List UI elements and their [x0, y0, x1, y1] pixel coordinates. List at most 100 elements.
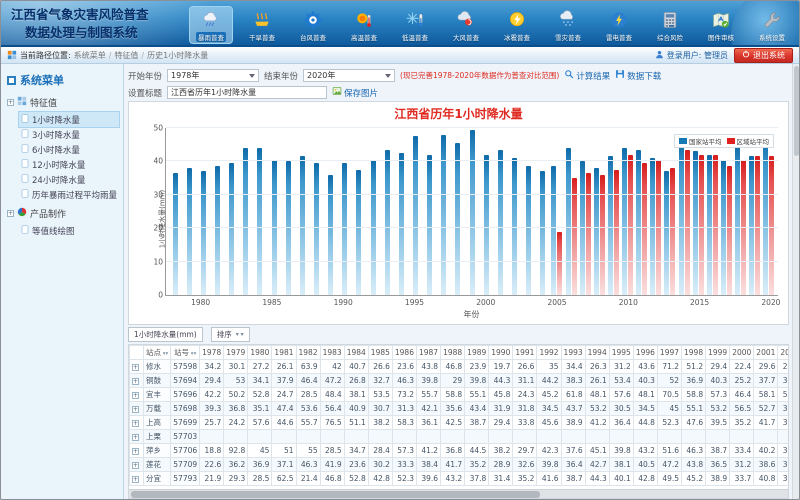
bar-national-2001[interactable] — [498, 150, 503, 295]
table-row[interactable]: +铜鼓5769429.45334.137.946.447.226.832.746… — [130, 374, 790, 388]
toolbar-item-wind-cloud[interactable]: 大风普查 — [445, 7, 487, 43]
tree-group-产品制作[interactable]: +产品制作 — [7, 207, 119, 220]
bar-national-1989[interactable] — [328, 175, 333, 295]
bar-national-2016[interactable] — [707, 155, 712, 295]
bar-national-1997[interactable] — [441, 135, 446, 295]
row-expand-icon[interactable]: + — [132, 420, 139, 427]
table-row[interactable]: +莲花5770922.636.236.937.146.341.923.630.2… — [130, 458, 790, 472]
bar-national-2013[interactable] — [664, 171, 669, 295]
bar-regional-2015[interactable] — [699, 155, 704, 295]
unit-box[interactable]: 1小时降水量(mm) — [128, 327, 203, 342]
bar-national-2020[interactable] — [763, 138, 768, 295]
toolbar-item-snow-cloud[interactable]: 雪灾普查 — [547, 7, 589, 43]
bar-national-1979[interactable] — [187, 168, 192, 295]
table-row[interactable]: +宜丰5769642.250.252.824.728.548.438.153.5… — [130, 388, 790, 402]
tree-expander-icon[interactable]: + — [7, 210, 14, 217]
toolbar-item-wrench[interactable]: 系统设置 — [751, 7, 793, 43]
end-year-select[interactable]: 2020年 — [303, 69, 395, 82]
sort-select[interactable]: 排序 ▾ ▾ — [211, 327, 250, 342]
calculate-button[interactable]: 计算结果 — [564, 69, 610, 82]
table-row[interactable]: +上栗57703 — [130, 430, 790, 444]
row-expand-icon[interactable]: + — [132, 462, 139, 469]
bar-regional-2010[interactable] — [628, 155, 633, 295]
column-sort-icon[interactable]: ▾▾ — [161, 351, 168, 357]
row-expand-icon[interactable]: + — [132, 434, 139, 441]
bar-regional-2005[interactable] — [557, 232, 562, 295]
bar-regional-2014[interactable] — [685, 150, 690, 295]
row-expand-icon[interactable]: + — [132, 448, 139, 455]
chart-title-input[interactable]: 江西省历年1小时降水量 — [167, 86, 327, 99]
tree-item-1小时降水量[interactable]: 1小时降水量 — [19, 112, 119, 127]
bar-national-1990[interactable] — [342, 163, 347, 295]
vertical-scrollbar-thumb[interactable] — [794, 66, 799, 156]
bar-regional-2013[interactable] — [670, 168, 675, 295]
bar-national-2006[interactable] — [566, 148, 571, 295]
toolbar-item-map-audit[interactable]: 图件审核 — [700, 7, 742, 43]
bar-regional-2017[interactable] — [727, 166, 732, 295]
bar-national-1987[interactable] — [300, 156, 305, 295]
bar-national-1996[interactable] — [427, 155, 432, 295]
bar-national-1980[interactable] — [201, 171, 206, 295]
bar-national-1978[interactable] — [173, 173, 178, 295]
logout-button[interactable]: 退出系统 — [734, 48, 793, 63]
bar-national-1998[interactable] — [455, 143, 460, 295]
bar-national-1994[interactable] — [399, 153, 404, 295]
column-sort-icon[interactable]: ▾▾ — [189, 351, 196, 357]
bar-national-2010[interactable] — [622, 148, 627, 295]
bar-regional-2019[interactable] — [755, 156, 760, 295]
bar-national-1986[interactable] — [286, 161, 291, 295]
table-row[interactable]: +分宜5779321.929.328.562.521.446.852.842.8… — [130, 472, 790, 486]
row-expand-icon[interactable]: + — [132, 378, 139, 385]
bar-regional-2011[interactable] — [642, 163, 647, 295]
row-expand-icon[interactable]: + — [132, 364, 139, 371]
station-id-column-header[interactable]: 站号 ▾▾ — [171, 346, 200, 360]
bar-national-2009[interactable] — [608, 156, 613, 295]
row-expand-icon[interactable]: + — [132, 476, 139, 483]
bar-regional-2008[interactable] — [600, 175, 605, 295]
download-button[interactable]: 数据下载 — [615, 69, 661, 82]
bar-regional-2016[interactable] — [713, 155, 718, 295]
start-year-select[interactable]: 1978年 — [167, 69, 259, 82]
horizontal-scrollbar[interactable] — [129, 489, 788, 498]
toolbar-item-typhoon[interactable]: 台风普查 — [292, 7, 334, 43]
breadcrumb-item[interactable]: 特征值 — [114, 51, 138, 60]
vertical-scrollbar[interactable] — [792, 64, 799, 499]
bar-national-2008[interactable] — [594, 168, 599, 295]
bar-national-2005[interactable] — [551, 166, 556, 295]
toolbar-item-lightning[interactable]: 雷电普查 — [598, 7, 640, 43]
table-row[interactable]: +上高5769925.724.257.644.655.776.551.138.2… — [130, 416, 790, 430]
toolbar-item-sun-thermometer[interactable]: 高温普查 — [343, 7, 385, 43]
station-column-header[interactable]: 站点 ▾▾ — [144, 346, 171, 360]
tree-item-等值线绘图[interactable]: 等值线绘图 — [19, 223, 119, 238]
toolbar-item-calculator[interactable]: 综合风险 — [649, 7, 691, 43]
bar-national-2014[interactable] — [679, 141, 684, 295]
bar-national-2015[interactable] — [693, 151, 698, 295]
bar-national-2000[interactable] — [484, 155, 489, 295]
row-expand-icon[interactable]: + — [132, 406, 139, 413]
bar-national-2004[interactable] — [540, 171, 545, 295]
bar-national-2019[interactable] — [749, 156, 754, 295]
toolbar-item-rain-cloud[interactable]: 暴雨普查 — [190, 7, 232, 43]
save-image-button[interactable]: 保存图片 — [332, 86, 378, 99]
toolbar-item-hail[interactable]: 冰雹普查 — [496, 7, 538, 43]
toolbar-item-heat-waves[interactable]: 干旱普查 — [241, 7, 283, 43]
tree-item-3小时降水量[interactable]: 3小时降水量 — [19, 127, 119, 142]
toolbar-item-snow-thermometer[interactable]: 低温普查 — [394, 7, 436, 43]
bar-regional-2006[interactable] — [572, 178, 577, 295]
tree-group-特征值[interactable]: +特征值 — [7, 96, 119, 109]
bar-national-1993[interactable] — [385, 150, 390, 295]
bar-national-1999[interactable] — [470, 130, 475, 295]
bar-national-1984[interactable] — [257, 148, 262, 295]
bar-national-1991[interactable] — [356, 170, 361, 295]
bar-regional-2020[interactable] — [769, 156, 774, 295]
tree-item-历年暴雨过程平均雨量[interactable]: 历年暴雨过程平均雨量 — [19, 187, 119, 202]
bar-regional-2007[interactable] — [586, 173, 591, 295]
table-row[interactable]: +萍乡5770618.892.845515528.534.728.457.341… — [130, 444, 790, 458]
bar-national-1982[interactable] — [229, 163, 234, 295]
breadcrumb-item[interactable]: 历史1小时降水量 — [147, 51, 208, 60]
tree-item-6小时降水量[interactable]: 6小时降水量 — [19, 142, 119, 157]
bar-regional-2009[interactable] — [614, 170, 619, 295]
breadcrumb-item[interactable]: 系统菜单 — [74, 51, 106, 60]
row-expand-icon[interactable]: + — [132, 392, 139, 399]
tree-item-12小时降水量[interactable]: 12小时降水量 — [19, 157, 119, 172]
